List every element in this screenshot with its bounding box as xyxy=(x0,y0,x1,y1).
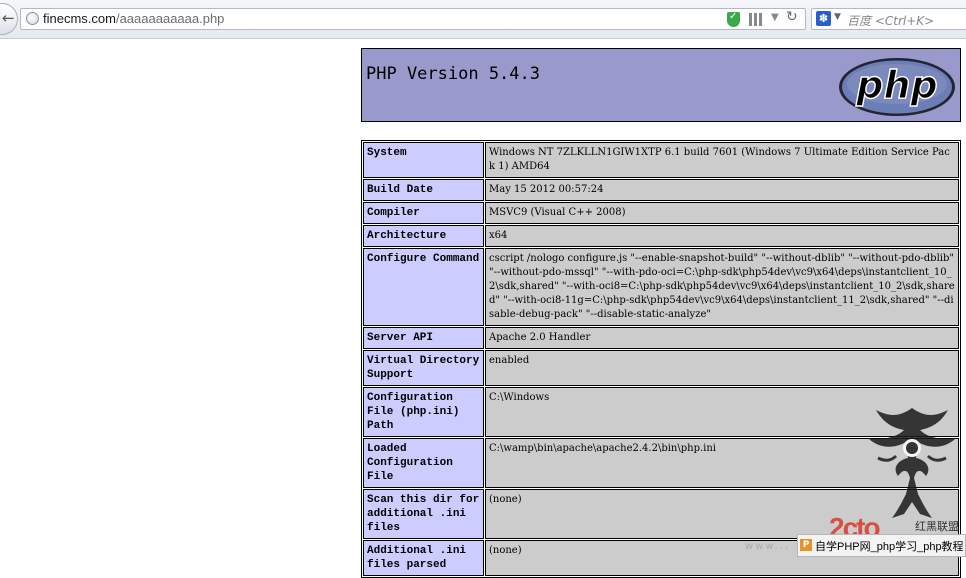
bottom-ad-link[interactable]: P 自学PHP网_php学习_php教程 xyxy=(797,534,966,557)
url-path: /aaaaaaaaaaa.php xyxy=(115,11,225,26)
row-key: Loaded Configuration File xyxy=(363,438,484,488)
php-logo[interactable]: php xyxy=(838,57,956,117)
site-icon: P xyxy=(800,539,812,551)
row-key: Scan this dir for additional .ini files xyxy=(363,489,484,539)
address-bar[interactable]: finecms.com/aaaaaaaaaaa.php ✓ ▼ ↻ xyxy=(20,8,806,30)
chevron-down-icon[interactable]: ▼ xyxy=(771,12,779,23)
back-button[interactable]: ← xyxy=(0,3,18,35)
table-row: Build Date May 15 2012 00:57:24 xyxy=(363,179,959,201)
globe-icon xyxy=(26,12,39,25)
row-key: Compiler xyxy=(363,202,484,224)
url-domain: finecms.com xyxy=(43,11,116,26)
row-value: Apache 2.0 Handler xyxy=(485,327,959,349)
reload-icon[interactable]: ↻ xyxy=(786,9,798,25)
row-value: enabled xyxy=(485,350,959,386)
back-arrow-icon: ← xyxy=(2,9,15,27)
row-value: May 15 2012 00:57:24 xyxy=(485,179,959,201)
table-row: Server API Apache 2.0 Handler xyxy=(363,327,959,349)
row-key: Configuration File (php.ini) Path xyxy=(363,387,484,437)
row-key: Build Date xyxy=(363,179,484,201)
qr-code-icon[interactable] xyxy=(749,13,762,26)
row-value: MSVC9 (Visual C++ 2008) xyxy=(485,202,959,224)
browser-toolbar: ← finecms.com/aaaaaaaaaaa.php ✓ ▼ ↻ ✽ ▼ … xyxy=(0,0,966,39)
row-value: x64 xyxy=(485,225,959,247)
table-row: Compiler MSVC9 (Visual C++ 2008) xyxy=(363,202,959,224)
shield-icon[interactable]: ✓ xyxy=(727,11,740,27)
row-key: Virtual Directory Support xyxy=(363,350,484,386)
php-logo-text: php xyxy=(855,63,937,107)
row-key: Architecture xyxy=(363,225,484,247)
bottom-ad-link-text[interactable]: 自学PHP网_php学习_php教程 xyxy=(815,538,964,554)
faint-watermark-text: www... xyxy=(745,541,791,552)
table-row: Virtual Directory Support enabled xyxy=(363,350,959,386)
row-key: Server API xyxy=(363,327,484,349)
row-value: Windows NT 7ZLKLLN1GIW1XTP 6.1 build 760… xyxy=(485,142,959,178)
table-row: Architecture x64 xyxy=(363,225,959,247)
dragon-watermark-icon xyxy=(868,408,956,518)
phpinfo-header: PHP Version 5.4.3 php xyxy=(361,48,961,122)
baidu-paw-icon[interactable]: ✽ xyxy=(816,11,831,26)
search-bar[interactable]: ✽ ▼ 百度 <Ctrl+K> xyxy=(811,8,966,30)
search-input[interactable]: 百度 <Ctrl+K> xyxy=(847,12,934,29)
row-key: System xyxy=(363,142,484,178)
watermark-caption: 红黑联盟 xyxy=(915,520,959,533)
row-key: Additional .ini files parsed xyxy=(363,540,484,576)
page-title: PHP Version 5.4.3 xyxy=(366,64,540,84)
search-engine-dropdown-icon[interactable]: ▼ xyxy=(834,12,841,22)
table-row: Configure Command cscript /nologo configu… xyxy=(363,248,959,326)
row-key: Configure Command xyxy=(363,248,484,326)
url-text[interactable]: finecms.com/aaaaaaaaaaa.php xyxy=(43,11,224,26)
row-value: cscript /nologo configure.js "--enable-s… xyxy=(485,248,959,326)
table-row: System Windows NT 7ZLKLLN1GIW1XTP 6.1 bui… xyxy=(363,142,959,178)
